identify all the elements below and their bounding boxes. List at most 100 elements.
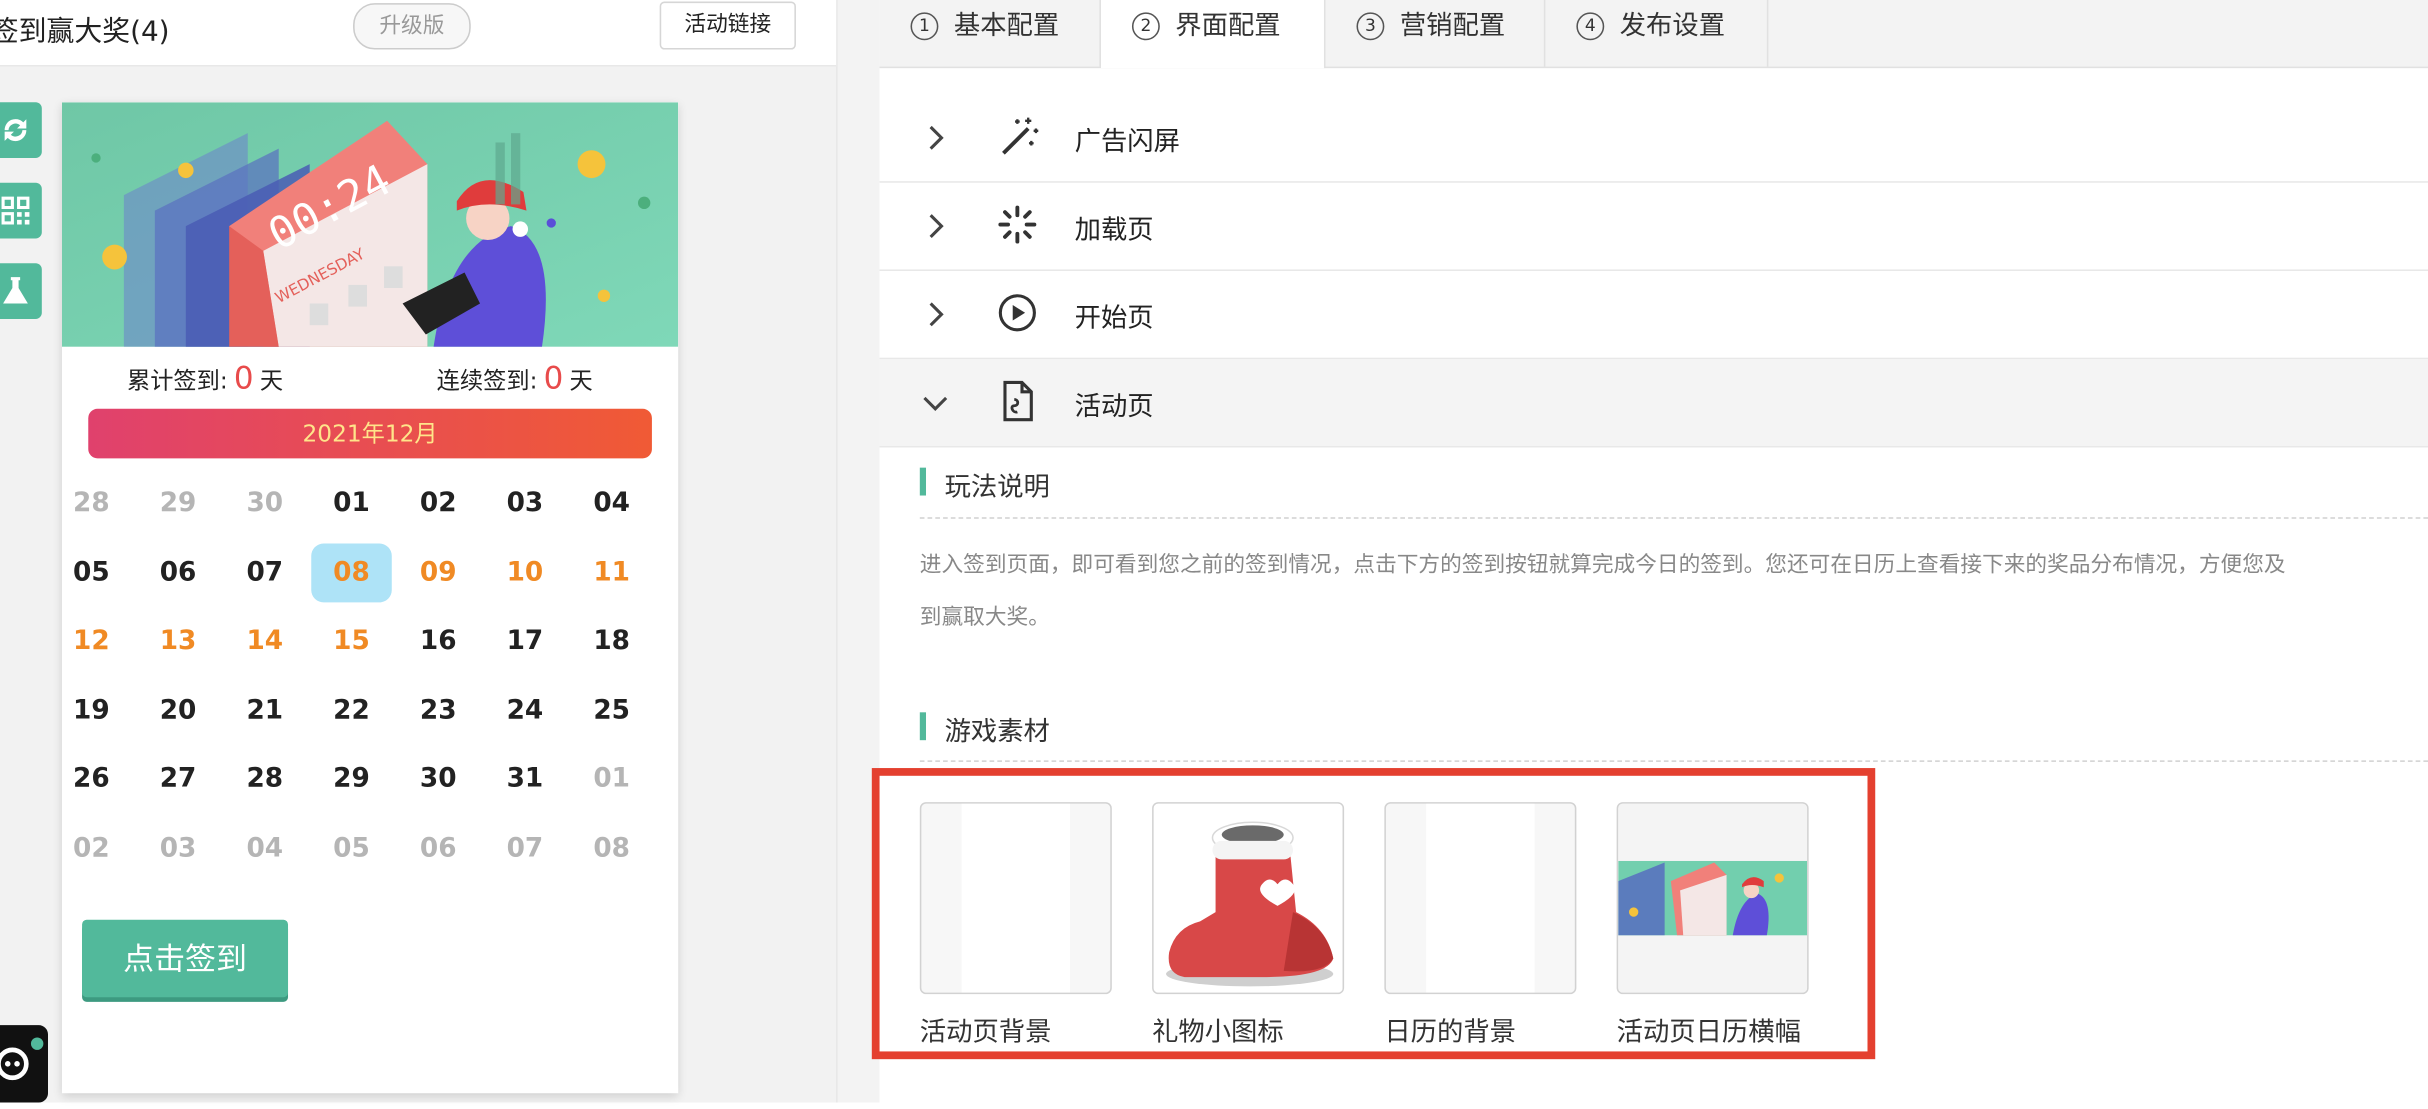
activity-link-button[interactable]: 活动链接 [659, 1, 796, 50]
calendar-day[interactable]: 29 [138, 474, 219, 533]
calendar-day[interactable]: 25 [571, 681, 652, 740]
calendar-day[interactable]: 30 [225, 474, 306, 533]
calendar-day[interactable]: 12 [51, 612, 132, 671]
calendar-day[interactable]: 07 [225, 543, 306, 602]
accordion-label: 活动页 [1074, 391, 1154, 423]
calendar-day[interactable]: 16 [398, 612, 479, 671]
test-button[interactable] [0, 263, 42, 319]
calendar-day[interactable]: 11 [571, 543, 652, 602]
calendar-day[interactable]: 22 [311, 681, 392, 740]
calendar-day[interactable]: 28 [225, 749, 306, 808]
upgrade-button[interactable]: 升级版 [353, 3, 471, 50]
calendar-day[interactable]: 27 [138, 749, 219, 808]
rules-description: 进入签到页面，即可看到您之前的签到情况，点击下方的签到按钮就算完成今日的签到。您… [920, 539, 2428, 644]
config-tabs: 1 基本配置 2 界面配置 3 营销配置 4 发布设置 [879, 0, 2428, 69]
calendar-week-row: 05 06 07 08 09 10 11 [62, 542, 678, 611]
calendar-day[interactable]: 06 [398, 818, 479, 877]
accordion-loading-page[interactable]: 加载页 [879, 183, 2428, 271]
calendar-week-row: 28 29 30 01 02 03 04 [62, 474, 678, 542]
calendar-day[interactable]: 15 [311, 612, 392, 671]
calendar-banner-image: 00:24 WEDNESDAY [61, 102, 679, 347]
calendar-day[interactable]: 03 [485, 474, 566, 533]
streak-sign-in-stat: 连续签到: 0 天 [437, 359, 593, 396]
accordion-start-page[interactable]: 开始页 [879, 271, 2428, 360]
calendar-day[interactable]: 17 [485, 612, 566, 671]
calendar-week-row: 19 20 21 22 23 24 25 [62, 681, 678, 749]
customer-service-icon [0, 1037, 44, 1081]
asset-label: 活动页背景 [919, 1017, 1052, 1049]
calendar-day[interactable]: 07 [485, 818, 566, 877]
calendar-day[interactable]: 10 [485, 543, 566, 602]
tab-marketing-config[interactable]: 3 营销配置 [1326, 0, 1546, 67]
calendar-day[interactable]: 28 [51, 474, 132, 533]
calendar-day[interactable]: 02 [51, 818, 132, 877]
calendar-day[interactable]: 21 [225, 681, 306, 740]
calendar-month-header: 2021年12月 [88, 408, 652, 459]
tab-publish-settings[interactable]: 4 发布设置 [1545, 0, 1769, 67]
tab-label: 发布设置 [1619, 10, 1726, 42]
calendar-day[interactable]: 08 [571, 818, 652, 877]
chevron-right-icon [929, 302, 944, 327]
calendar-day[interactable]: 19 [51, 681, 132, 740]
rules-text-line: 到赢取大奖。 [919, 605, 1050, 631]
refresh-button[interactable] [0, 102, 42, 158]
customer-service-button[interactable] [0, 1025, 49, 1103]
calendar-day[interactable]: 14 [225, 612, 306, 671]
calendar-week-row: 12 13 14 15 16 17 18 [62, 612, 678, 680]
calendar-day[interactable]: 01 [571, 749, 652, 808]
chevron-down-icon [923, 396, 948, 411]
calendar-day[interactable]: 24 [485, 681, 566, 740]
flask-icon [2, 277, 28, 304]
config-panel: 1 基本配置 2 界面配置 3 营销配置 4 发布设置 广告闪屏 加载页 开始页… [871, 0, 2428, 1103]
divider [919, 517, 2428, 519]
rules-text-line: 进入签到页面，即可看到您之前的签到情况，点击下方的签到按钮就算完成今日的签到。您… [919, 552, 2286, 578]
calendar-day[interactable]: 30 [398, 749, 479, 808]
calendar-day[interactable]: 04 [225, 818, 306, 877]
calendar-day[interactable]: 01 [311, 474, 392, 533]
calendar-day[interactable]: 05 [311, 818, 392, 877]
calendar-day[interactable]: 02 [398, 474, 479, 533]
calendar-day[interactable]: 04 [571, 474, 652, 533]
calendar-day[interactable]: 26 [51, 749, 132, 808]
chevron-right-icon [929, 125, 944, 150]
calendar-day-today[interactable]: 08 [311, 542, 392, 602]
accordion-label: 加载页 [1074, 215, 1154, 247]
asset-activity-calendar-banner[interactable] [1616, 802, 1809, 995]
tab-ui-config[interactable]: 2 界面配置 [1100, 0, 1326, 69]
tab-number: 1 [910, 12, 939, 41]
calendar-day[interactable]: 13 [138, 612, 219, 671]
calendar-day[interactable]: 05 [51, 543, 132, 602]
asset-label: 礼物小图标 [1152, 1017, 1284, 1049]
streak-label: 连续签到: [436, 366, 538, 395]
calendar-day[interactable]: 29 [311, 749, 392, 808]
calendar-day[interactable]: 03 [138, 818, 219, 877]
app-root: 签到赢大奖(4) 升级版 活动链接 00:24 WEDNESDAY 累计签到: … [0, 0, 2428, 1103]
tab-number: 3 [1356, 12, 1385, 41]
asset-calendar-background[interactable] [1384, 802, 1577, 995]
asset-label: 活动页日历横幅 [1616, 1017, 1801, 1049]
sign-in-button[interactable]: 点击签到 [82, 919, 289, 998]
asset-activity-background[interactable] [919, 802, 1112, 995]
calendar-day[interactable]: 09 [398, 543, 479, 602]
calendar-day[interactable]: 18 [571, 612, 652, 671]
accordion-ad-splash[interactable]: 广告闪屏 [879, 94, 2428, 183]
total-sign-in-stat: 累计签到: 0 天 [127, 359, 283, 396]
accordion-activity-page[interactable]: 活动页 [879, 359, 2428, 448]
qr-code-button[interactable] [0, 182, 42, 239]
asset-gift-icon[interactable] [1152, 802, 1345, 995]
activity-title: 签到赢大奖(4) [0, 15, 170, 49]
calendar-day[interactable]: 06 [138, 543, 219, 602]
assets-section-title: 游戏素材 [919, 709, 1050, 748]
accordion-label: 开始页 [1074, 303, 1154, 335]
calendar-day[interactable]: 31 [485, 749, 566, 808]
play-circle-icon [998, 294, 1036, 332]
document-icon [1003, 380, 1033, 422]
magic-wand-icon [1002, 117, 1039, 155]
calendar-day[interactable]: 23 [398, 681, 479, 740]
tab-number: 2 [1131, 12, 1160, 41]
tab-basic-config[interactable]: 1 基本配置 [880, 0, 1101, 67]
calendar-day[interactable]: 20 [138, 681, 219, 740]
section-accent-bar [919, 467, 927, 496]
preview-panel: 签到赢大奖(4) 升级版 活动链接 00:24 WEDNESDAY 累计签到: … [0, 0, 838, 1103]
streak-unit: 天 [569, 366, 593, 395]
